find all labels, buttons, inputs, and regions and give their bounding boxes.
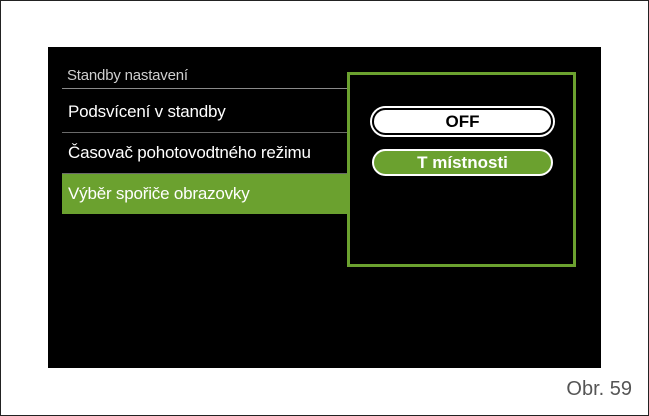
menu-item-screensaver-selection[interactable]: Výběr spořiče obrazovky: [62, 174, 348, 214]
divider: [62, 88, 352, 89]
menu-item-backlight-standby[interactable]: Podsvícení v standby: [62, 92, 348, 132]
figure-caption: Obr. 59: [566, 378, 632, 400]
device-screen: Standby nastavení Podsvícení v standby Č…: [48, 47, 601, 368]
figure-frame: Standby nastavení Podsvícení v standby Č…: [0, 0, 649, 416]
option-popup: OFF T místnosti: [347, 72, 576, 267]
option-off-button[interactable]: OFF: [372, 108, 553, 135]
menu-item-standby-timer[interactable]: Časovač pohotovodtného režimu: [62, 133, 348, 173]
menu-title: Standby nastavení: [67, 67, 188, 84]
option-room-temperature-button[interactable]: T místnosti: [372, 149, 553, 176]
